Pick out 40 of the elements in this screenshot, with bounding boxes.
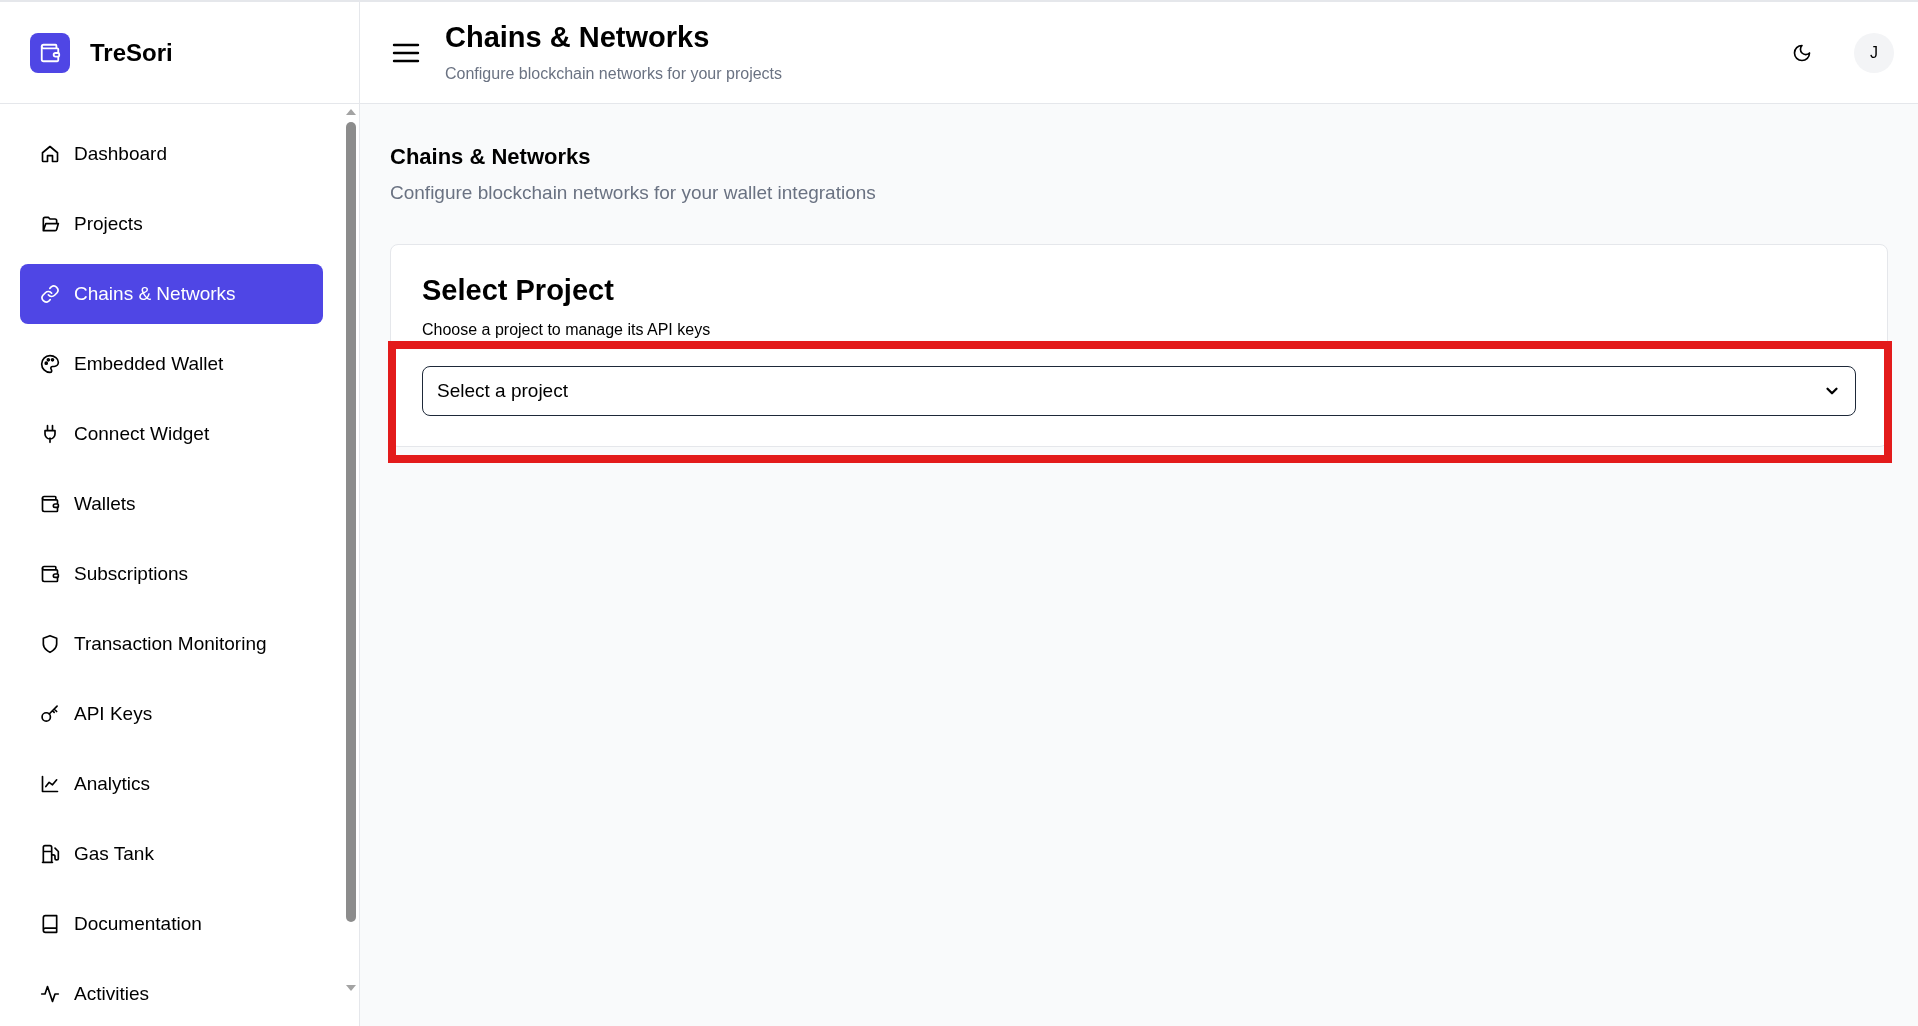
palette-icon (40, 354, 60, 374)
home-icon (40, 144, 60, 164)
fuel-pump-icon (40, 844, 60, 864)
page-title: Chains & Networks (445, 20, 711, 56)
menu-icon (392, 42, 420, 63)
sidebar-item[interactable]: Analytics (20, 754, 323, 814)
sidebar-item[interactable]: Wallets (20, 474, 323, 534)
book-icon (40, 914, 60, 934)
section-subtitle: Configure blockchain networks for your wallet integrations (390, 181, 877, 205)
sidebar-item[interactable]: Gas Tank (20, 824, 323, 884)
section-title: Chains & Networks (390, 143, 592, 171)
app-name: TreSori (90, 37, 173, 68)
scroll-up-icon[interactable] (345, 108, 357, 116)
sidebar-item[interactable]: Dashboard (20, 124, 323, 184)
user-avatar[interactable]: J (1854, 32, 1894, 73)
key-icon (40, 704, 60, 724)
wallet-icon (40, 494, 60, 514)
sidebar-item[interactable]: Projects (20, 194, 323, 254)
sidebar-item[interactable]: Subscriptions (20, 544, 323, 604)
moon-icon (1792, 42, 1812, 63)
sidebar-item[interactable]: Activities (20, 964, 323, 1024)
wallet-icon (40, 564, 60, 584)
page-subtitle: Configure blockchain networks for your projects (445, 63, 783, 84)
link-icon (40, 284, 60, 304)
line-chart-icon (40, 774, 60, 794)
sidebar-item[interactable]: API Keys (20, 684, 323, 744)
project-select[interactable]: Select a project (422, 366, 1856, 416)
card-title: Select Project (422, 272, 615, 308)
card-description: Choose a project to manage its API keys (422, 320, 712, 340)
sidebar-item[interactable]: Documentation (20, 894, 323, 954)
shield-icon (40, 634, 60, 654)
scroll-down-icon[interactable] (345, 984, 357, 992)
sidebar-item[interactable]: Embedded Wallet (20, 334, 323, 394)
logo-icon (30, 32, 70, 73)
pulse-icon (40, 984, 60, 1004)
folder-icon (40, 214, 60, 234)
sidebar-item[interactable]: Chains & Networks (20, 264, 323, 324)
sidebar-item[interactable]: Transaction Monitoring (20, 614, 323, 674)
scrollbar-thumb[interactable] (346, 122, 356, 922)
sidebar-item[interactable]: Connect Widget (20, 404, 323, 464)
